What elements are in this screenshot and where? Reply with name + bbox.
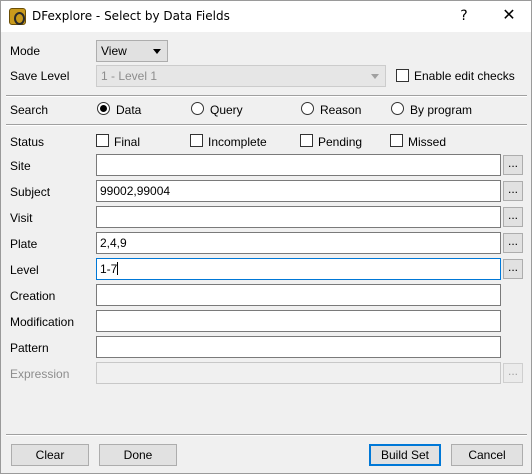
separator: [6, 124, 527, 126]
save-level-label: Save Level: [10, 69, 70, 83]
cancel-button[interactable]: Cancel: [451, 444, 523, 466]
level-browse-button[interactable]: ...: [503, 259, 523, 279]
separator: [6, 95, 527, 97]
level-label: Level: [10, 263, 39, 277]
search-reason-label: Reason: [320, 103, 362, 117]
pattern-field[interactable]: [96, 336, 501, 358]
status-missed-label: Missed: [408, 135, 447, 149]
subject-field[interactable]: 99002,99004: [96, 180, 501, 202]
pattern-label: Pattern: [10, 341, 49, 355]
status-final-label: Final: [114, 135, 141, 149]
help-button[interactable]: ?: [449, 4, 479, 28]
plate-field[interactable]: 2,4,9: [96, 232, 501, 254]
mode-label: Mode: [10, 44, 41, 58]
done-button[interactable]: Done: [99, 444, 177, 466]
search-query-radio[interactable]: [191, 102, 204, 115]
save-level-select-value: 1 - Level 1: [101, 69, 158, 83]
visit-field[interactable]: [96, 206, 501, 228]
site-browse-button[interactable]: ...: [503, 155, 523, 175]
search-data-radio[interactable]: [97, 102, 110, 115]
subject-browse-button[interactable]: ...: [503, 181, 523, 201]
modification-label: Modification: [10, 315, 75, 329]
text-cursor: [117, 262, 119, 275]
search-by-program-radio[interactable]: [391, 102, 404, 115]
enable-edit-checks-checkbox[interactable]: [396, 69, 409, 82]
status-pending-label: Pending: [318, 135, 363, 149]
level-field[interactable]: 1-7: [96, 258, 501, 280]
title-bar[interactable]: DFexplore - Select by Data Fields ? ✕: [1, 1, 531, 32]
visit-label: Visit: [10, 211, 33, 225]
status-missed-checkbox[interactable]: [390, 134, 403, 147]
window-title: DFexplore - Select by Data Fields: [32, 9, 230, 23]
plate-browse-button[interactable]: ...: [503, 233, 523, 253]
save-level-select[interactable]: 1 - Level 1: [96, 65, 386, 87]
dialog-window: DFexplore - Select by Data Fields ? ✕ Mo…: [0, 0, 532, 474]
site-label: Site: [10, 159, 31, 173]
mode-select[interactable]: View: [96, 40, 168, 62]
expression-label: Expression: [10, 367, 70, 381]
close-button[interactable]: ✕: [487, 2, 531, 30]
separator: [6, 434, 527, 436]
level-field-value: 1-7: [100, 262, 118, 276]
search-query-label: Query: [210, 103, 243, 117]
mode-select-value: View: [101, 44, 127, 58]
enable-edit-checks-label: Enable edit checks: [414, 69, 515, 83]
visit-browse-button[interactable]: ...: [503, 207, 523, 227]
status-incomplete-checkbox[interactable]: [190, 134, 203, 147]
expression-field[interactable]: [96, 362, 501, 384]
build-set-button[interactable]: Build Set: [369, 444, 441, 466]
status-incomplete-label: Incomplete: [208, 135, 267, 149]
status-label: Status: [10, 135, 45, 149]
clear-button[interactable]: Clear: [11, 444, 89, 466]
plate-label: Plate: [10, 237, 38, 251]
status-pending-checkbox[interactable]: [300, 134, 313, 147]
site-field[interactable]: [96, 154, 501, 176]
subject-label: Subject: [10, 185, 51, 199]
expression-browse-button[interactable]: ...: [503, 363, 523, 383]
chevron-down-icon: [371, 74, 379, 79]
creation-field[interactable]: [96, 284, 501, 306]
status-final-checkbox[interactable]: [96, 134, 109, 147]
search-reason-radio[interactable]: [301, 102, 314, 115]
chevron-down-icon: [153, 49, 161, 54]
creation-label: Creation: [10, 289, 56, 303]
search-data-label: Data: [116, 103, 142, 117]
search-label: Search: [10, 103, 49, 117]
dfexplore-app-icon: [9, 8, 26, 25]
modification-field[interactable]: [96, 310, 501, 332]
search-by-program-label: By program: [410, 103, 473, 117]
